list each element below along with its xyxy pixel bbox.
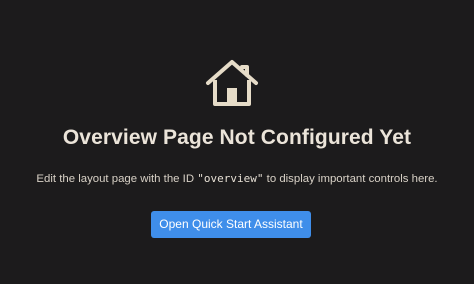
page-title: Overview Page Not Configured Yet [62,126,412,149]
open-quick-start-button[interactable]: Open Quick Start Assistant [151,211,311,238]
home-icon [206,60,258,106]
layout-id-code: "overview" [197,172,264,185]
description-before: Edit the layout page with the ID [36,173,198,185]
description-text: Edit the layout page with the ID "overvi… [0,172,474,185]
empty-state-page: Overview Page Not Configured Yet Edit th… [0,0,474,284]
description-after: to display important controls here. [263,173,438,185]
